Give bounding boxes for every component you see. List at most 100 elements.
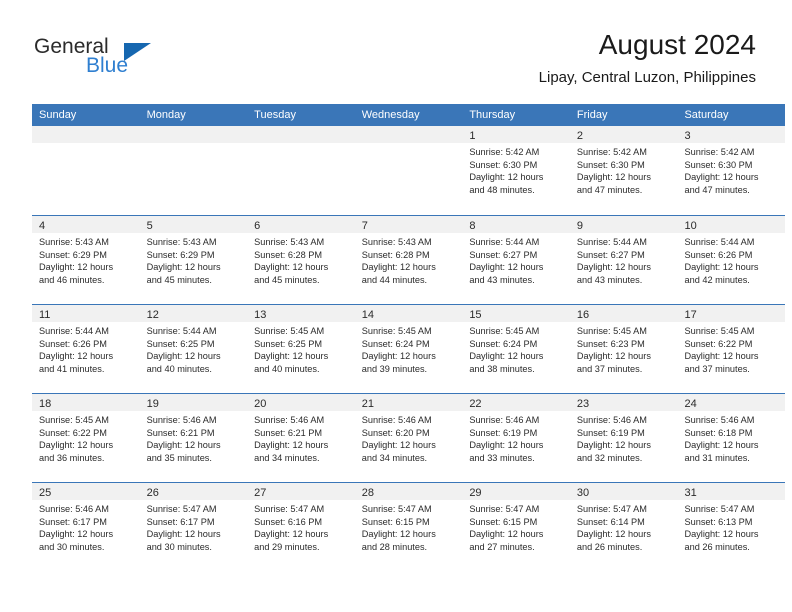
day-number-band: 12 [139, 305, 248, 322]
calendar-week-row: 18 Sunrise: 5:45 AM Sunset: 6:22 PM Dayligh… [32, 393, 786, 482]
calendar-day-cell[interactable]: 21 Sunrise: 5:46 AM Sunset: 6:20 PM Dayligh… [354, 394, 463, 482]
sunrise-text: Sunrise: 5:44 AM [469, 237, 540, 247]
calendar-day-cell[interactable]: 22 Sunrise: 5:46 AM Sunset: 6:19 PM Dayligh… [462, 394, 570, 482]
brand-logo[interactable]: General Blue [34, 36, 214, 86]
sunrise-text: Sunrise: 5:47 AM [576, 504, 647, 514]
calendar-day-cell[interactable]: 12 Sunrise: 5:44 AM Sunset: 6:25 PM Dayligh… [139, 305, 248, 393]
day-details: Sunrise: 5:45 AM Sunset: 6:24 PM Daylight:… [462, 322, 570, 375]
calendar-day-cell[interactable]: 13 Sunrise: 5:45 AM Sunset: 6:25 PM Dayligh… [247, 305, 355, 393]
sunset-text: Sunset: 6:26 PM [684, 249, 753, 260]
day-number-band: 4 [32, 216, 140, 233]
daylight-text-line2: and 47 minutes. [576, 184, 643, 195]
calendar-day-cell-empty [139, 126, 248, 215]
day-number-band [32, 126, 140, 143]
calendar-weeks: 1 Sunrise: 5:42 AM Sunset: 6:30 PM Daylight… [32, 126, 786, 571]
day-number: 20 [254, 398, 267, 410]
calendar-day-cell[interactable]: 26 Sunrise: 5:47 AM Sunset: 6:17 PM Dayligh… [139, 483, 248, 571]
calendar-day-cell[interactable]: 29 Sunrise: 5:47 AM Sunset: 6:15 PM Dayligh… [462, 483, 570, 571]
sunset-text: Sunset: 6:30 PM [576, 159, 645, 170]
calendar-day-cell[interactable]: 20 Sunrise: 5:46 AM Sunset: 6:21 PM Dayligh… [247, 394, 355, 482]
calendar-week-row: 1 Sunrise: 5:42 AM Sunset: 6:30 PM Daylight… [32, 126, 786, 215]
daylight-text-line2: and 38 minutes. [469, 363, 535, 374]
daylight-text-line2: and 29 minutes. [254, 541, 320, 552]
sunset-text: Sunset: 6:23 PM [576, 338, 645, 349]
day-details: Sunrise: 5:46 AM Sunset: 6:21 PM Daylight:… [140, 411, 248, 464]
calendar-day-cell[interactable]: 5 Sunrise: 5:43 AM Sunset: 6:29 PM Daylight… [139, 216, 248, 304]
day-number: 10 [684, 220, 697, 232]
sunset-text: Sunset: 6:22 PM [684, 338, 753, 349]
calendar-day-cell[interactable]: 24 Sunrise: 5:46 AM Sunset: 6:18 PM Dayligh… [677, 394, 786, 482]
calendar-day-cell[interactable]: 17 Sunrise: 5:45 AM Sunset: 6:22 PM Dayligh… [677, 305, 786, 393]
day-details: Sunrise: 5:46 AM Sunset: 6:18 PM Daylight:… [677, 411, 785, 464]
calendar-day-cell[interactable]: 3 Sunrise: 5:42 AM Sunset: 6:30 PM Daylight… [677, 126, 786, 215]
sunrise-text: Sunrise: 5:44 AM [576, 237, 647, 247]
day-details: Sunrise: 5:44 AM Sunset: 6:27 PM Daylight:… [570, 233, 678, 286]
sunset-text: Sunset: 6:19 PM [576, 427, 645, 438]
calendar-day-cell[interactable]: 30 Sunrise: 5:47 AM Sunset: 6:14 PM Dayligh… [569, 483, 678, 571]
daylight-text-line1: Daylight: 12 hours [39, 351, 114, 362]
calendar-page: General Blue August 2024 Lipay, Central … [0, 0, 792, 612]
calendar-day-cell[interactable]: 18 Sunrise: 5:45 AM Sunset: 6:22 PM Dayligh… [32, 394, 140, 482]
day-number: 9 [576, 220, 584, 232]
calendar-day-cell[interactable]: 15 Sunrise: 5:45 AM Sunset: 6:24 PM Dayligh… [462, 305, 570, 393]
daylight-text-line2: and 31 minutes. [684, 452, 750, 463]
sunrise-text: Sunrise: 5:46 AM [469, 415, 540, 425]
calendar-day-cell[interactable]: 16 Sunrise: 5:45 AM Sunset: 6:23 PM Dayligh… [569, 305, 678, 393]
day-details: Sunrise: 5:46 AM Sunset: 6:19 PM Daylight:… [570, 411, 678, 464]
day-number-band: 18 [32, 394, 140, 411]
calendar-day-cell[interactable]: 1 Sunrise: 5:42 AM Sunset: 6:30 PM Daylight… [462, 126, 570, 215]
daylight-text-line1: Daylight: 12 hours [39, 529, 114, 540]
daylight-text-line2: and 43 minutes. [576, 274, 643, 285]
calendar-day-cell[interactable]: 23 Sunrise: 5:46 AM Sunset: 6:19 PM Dayligh… [569, 394, 678, 482]
daylight-text-line1: Daylight: 12 hours [361, 351, 436, 362]
sunrise-text: Sunrise: 5:46 AM [39, 504, 109, 514]
day-number: 6 [254, 220, 261, 232]
daylight-text-line2: and 26 minutes. [684, 541, 750, 552]
daylight-text-line1: Daylight: 12 hours [469, 172, 544, 183]
day-number-band: 9 [569, 216, 678, 233]
day-details: Sunrise: 5:43 AM Sunset: 6:29 PM Daylight:… [140, 233, 248, 286]
calendar-day-cell[interactable]: 9 Sunrise: 5:44 AM Sunset: 6:27 PM Daylight… [569, 216, 678, 304]
day-number: 13 [254, 309, 267, 321]
calendar-day-cell[interactable]: 25 Sunrise: 5:46 AM Sunset: 6:17 PM Dayligh… [32, 483, 140, 571]
calendar-day-cell[interactable]: 27 Sunrise: 5:47 AM Sunset: 6:16 PM Dayligh… [247, 483, 355, 571]
sunrise-text: Sunrise: 5:42 AM [576, 147, 647, 157]
sunset-text: Sunset: 6:28 PM [361, 249, 430, 260]
calendar-day-cell[interactable]: 11 Sunrise: 5:44 AM Sunset: 6:26 PM Dayligh… [32, 305, 140, 393]
day-details: Sunrise: 5:47 AM Sunset: 6:14 PM Daylight:… [570, 500, 678, 553]
day-number: 14 [361, 309, 374, 321]
day-number: 16 [576, 309, 590, 321]
day-number-band: 16 [569, 305, 678, 322]
day-number-band: 25 [32, 483, 140, 500]
day-number-band: 13 [247, 305, 355, 322]
sunrise-text: Sunrise: 5:46 AM [146, 415, 217, 425]
calendar-grid: Sunday Monday Tuesday Wednesday Thursday… [32, 104, 786, 571]
sunrise-text: Sunrise: 5:43 AM [254, 237, 325, 247]
day-number: 21 [361, 398, 374, 410]
calendar-day-cell[interactable]: 28 Sunrise: 5:47 AM Sunset: 6:15 PM Dayligh… [354, 483, 463, 571]
day-number: 18 [39, 398, 52, 410]
calendar-day-cell[interactable]: 2 Sunrise: 5:42 AM Sunset: 6:30 PM Daylight… [569, 126, 678, 215]
calendar-week-row: 25 Sunrise: 5:46 AM Sunset: 6:17 PM Dayligh… [32, 482, 786, 571]
day-number-band: 22 [462, 394, 570, 411]
day-details: Sunrise: 5:45 AM Sunset: 6:25 PM Daylight:… [247, 322, 355, 375]
day-details: Sunrise: 5:42 AM Sunset: 6:30 PM Daylight:… [570, 143, 678, 196]
calendar-day-cell[interactable]: 19 Sunrise: 5:46 AM Sunset: 6:21 PM Dayligh… [139, 394, 248, 482]
daylight-text-line1: Daylight: 12 hours [469, 262, 544, 273]
calendar-day-cell[interactable]: 8 Sunrise: 5:44 AM Sunset: 6:27 PM Daylight… [462, 216, 570, 304]
calendar-day-cell[interactable]: 6 Sunrise: 5:43 AM Sunset: 6:28 PM Daylight… [247, 216, 355, 304]
sunset-text: Sunset: 6:27 PM [469, 249, 538, 260]
calendar-day-cell[interactable]: 4 Sunrise: 5:43 AM Sunset: 6:29 PM Daylight… [32, 216, 140, 304]
calendar-day-cell[interactable]: 10 Sunrise: 5:44 AM Sunset: 6:26 PM Dayligh… [677, 216, 786, 304]
calendar-day-cell[interactable]: 31 Sunrise: 5:47 AM Sunset: 6:13 PM Dayligh… [677, 483, 786, 571]
calendar-day-cell[interactable]: 7 Sunrise: 5:43 AM Sunset: 6:28 PM Daylight… [354, 216, 463, 304]
day-number-band: 17 [677, 305, 786, 322]
page-subtitle: Lipay, Central Luzon, Philippines [538, 69, 756, 86]
sunset-text: Sunset: 6:24 PM [469, 338, 538, 349]
day-number: 3 [684, 130, 691, 142]
calendar-day-cell[interactable]: 14 Sunrise: 5:45 AM Sunset: 6:24 PM Dayligh… [354, 305, 463, 393]
day-details: Sunrise: 5:43 AM Sunset: 6:28 PM Daylight:… [355, 233, 463, 286]
weekday-header-wednesday: Wednesday [361, 109, 420, 121]
daylight-text-line2: and 32 minutes. [576, 452, 643, 463]
daylight-text-line2: and 34 minutes. [361, 452, 428, 463]
